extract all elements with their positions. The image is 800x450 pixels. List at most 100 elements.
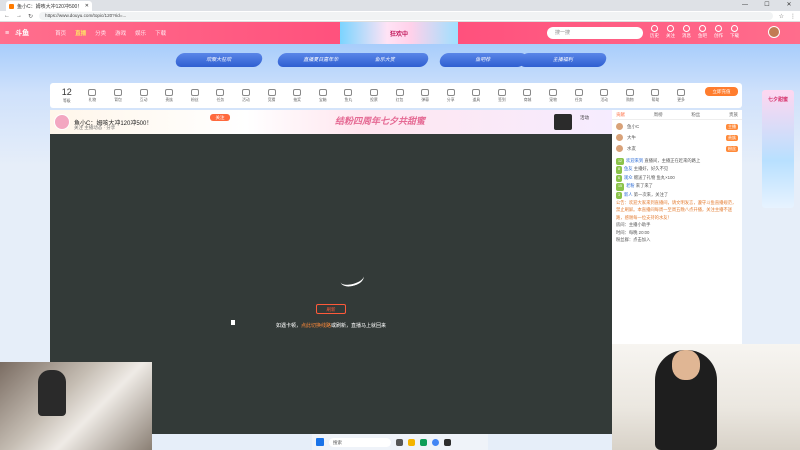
- follow-list-button[interactable]: 关注: [666, 25, 675, 39]
- toolbar-item[interactable]: 宠物: [540, 88, 566, 103]
- forward-icon[interactable]: →: [16, 13, 22, 19]
- toolbar-item[interactable]: 粉丝: [182, 88, 208, 103]
- toolbar-item[interactable]: 贵族: [156, 88, 182, 103]
- toolbar-item[interactable]: 购物: [617, 88, 643, 103]
- toolbar-item[interactable]: 分享: [438, 88, 464, 103]
- toolbar-item[interactable]: 商城: [515, 88, 541, 103]
- toolbar-item[interactable]: 任务: [566, 88, 592, 103]
- task-view-icon[interactable]: [396, 438, 403, 446]
- nav-category[interactable]: 分类: [95, 29, 106, 37]
- tab-close-icon[interactable]: ✕: [85, 3, 89, 9]
- toolbar-item[interactable]: 宝箱: [310, 88, 336, 103]
- toolbar-item[interactable]: 活动: [233, 88, 259, 103]
- star-icon[interactable]: ☆: [779, 13, 784, 20]
- toolbar-item-label: 宠物: [549, 97, 557, 102]
- heart-icon: [667, 25, 674, 32]
- file-explorer-icon[interactable]: [408, 438, 415, 446]
- charge-button[interactable]: 立即充值: [705, 87, 738, 96]
- streamer-avatar[interactable]: [54, 114, 70, 130]
- chat-message: 3 新人 第一次来，关注了: [616, 191, 738, 200]
- toolbar-item[interactable]: 道具: [464, 88, 490, 103]
- toolbar-item-label: 签到: [498, 97, 506, 102]
- toolbar-item[interactable]: 互动: [131, 88, 157, 103]
- nav-entertainment[interactable]: 娱乐: [135, 29, 146, 37]
- toolbar-item[interactable]: 签到: [489, 88, 515, 103]
- rank-name: 大牛: [627, 134, 636, 140]
- chat-user[interactable]: 老粉: [626, 183, 635, 188]
- toolbar-item[interactable]: 礼物: [80, 88, 106, 103]
- event-banner-4[interactable]: 鱼吧荐: [438, 53, 528, 67]
- tab-contribution[interactable]: 贡献: [616, 112, 625, 118]
- side-ad[interactable]: 七夕甜蜜: [762, 90, 794, 208]
- activity-thumbnail[interactable]: [554, 114, 572, 130]
- chat-message: 15 老粉 来了来了: [616, 182, 738, 191]
- toolbar-item[interactable]: 更多: [668, 88, 694, 103]
- history-button[interactable]: 历史: [650, 25, 659, 39]
- chat-user[interactable]: 鱼友: [624, 166, 633, 171]
- tab-week[interactable]: 周榜: [654, 112, 663, 118]
- toolbar-item[interactable]: 12 等级: [54, 87, 80, 104]
- toolbar-item[interactable]: 红包: [387, 88, 413, 103]
- event-banner-5[interactable]: 主播福利: [518, 53, 608, 67]
- event-banner-3[interactable]: 鱼乐大赏: [340, 53, 430, 67]
- toolbar-item[interactable]: 鱼丸: [336, 88, 362, 103]
- url-input[interactable]: https://www.douyu.com/topic/120?rid=...: [39, 12, 773, 20]
- toolbar-item[interactable]: 抽奖: [284, 88, 310, 103]
- maximize-button[interactable]: ☐: [756, 0, 778, 11]
- user-avatar[interactable]: [768, 26, 780, 38]
- site-logo[interactable]: 斗鱼: [15, 28, 45, 38]
- nav-live[interactable]: 直播: [75, 29, 86, 37]
- chat-user[interactable]: 欢迎来到: [626, 158, 643, 163]
- reload-icon[interactable]: ↻: [28, 13, 33, 20]
- chat-user[interactable]: 新人: [624, 192, 633, 197]
- nav-download[interactable]: 下载: [155, 29, 166, 37]
- toolbar-item[interactable]: 投票: [361, 88, 387, 103]
- level-number: 12: [61, 87, 72, 97]
- tab-noble[interactable]: 贵族: [729, 112, 738, 118]
- messages-button[interactable]: 消息: [682, 25, 691, 39]
- tab-fans[interactable]: 粉丝: [691, 112, 700, 118]
- taskbar-search[interactable]: 搜索: [329, 437, 391, 447]
- switch-line-link[interactable]: 点此切换线路: [301, 323, 331, 329]
- rank-tag: 粉丝: [726, 145, 738, 152]
- toolbar-item-icon: [600, 88, 609, 96]
- toolbar-item-label: 帮助: [651, 97, 660, 102]
- minimize-button[interactable]: —: [734, 0, 756, 11]
- toolbar-item-icon: [113, 88, 122, 96]
- edge-icon[interactable]: [420, 438, 427, 446]
- search-input[interactable]: 搜一搜: [547, 27, 643, 39]
- toolbar-item-label: 任务: [574, 97, 583, 102]
- nav-home[interactable]: 首页: [55, 29, 66, 37]
- toolbar-item[interactable]: 任务: [208, 88, 234, 103]
- nav-games[interactable]: 游戏: [115, 29, 126, 37]
- download-button[interactable]: 下载: [730, 25, 739, 39]
- toolbar-item-label: 分享: [446, 97, 455, 102]
- activity-button[interactable]: 活动: [580, 115, 589, 121]
- back-icon[interactable]: ←: [4, 13, 10, 19]
- toolbar-item[interactable]: 竞猜: [259, 88, 285, 103]
- windows-start-icon[interactable]: [316, 438, 324, 446]
- toolbar-item[interactable]: 活动: [591, 88, 617, 103]
- obs-icon[interactable]: [444, 438, 451, 446]
- close-window-button[interactable]: ✕: [778, 0, 800, 11]
- toolbar-item[interactable]: 弹幕: [412, 88, 438, 103]
- follow-button[interactable]: 关注: [210, 114, 230, 121]
- rank-row[interactable]: 大牛 贵族: [616, 132, 738, 143]
- create-button[interactable]: 创作: [714, 25, 723, 39]
- event-banner-1[interactable]: 欢聚大狂欢: [174, 53, 264, 67]
- toolbar-item-label: 商城: [523, 97, 532, 102]
- toolbar-item[interactable]: 背包: [105, 88, 131, 103]
- video-refresh-button[interactable]: 刷新: [316, 304, 346, 314]
- forum-button[interactable]: 鱼吧: [698, 25, 707, 39]
- toolbar-item[interactable]: 帮助: [643, 88, 669, 103]
- room-subtitle: 关注 主播动态 · 分享: [74, 125, 116, 130]
- rank-row[interactable]: 鱼小C 主播: [616, 121, 738, 132]
- browser-tab[interactable]: 鱼小C：姆咳大冲120冲500！ ✕: [6, 1, 92, 11]
- extensions-icon[interactable]: ⋮: [790, 13, 796, 20]
- chat-text: 赠送了礼物 鱼丸×100: [633, 174, 675, 180]
- menu-icon[interactable]: ≡: [5, 30, 9, 37]
- rank-row[interactable]: 水友 粉丝: [616, 143, 738, 154]
- chat-user[interactable]: 观众: [624, 175, 633, 180]
- chrome-icon[interactable]: [432, 438, 439, 446]
- header-banner[interactable]: 狂欢中: [340, 22, 458, 44]
